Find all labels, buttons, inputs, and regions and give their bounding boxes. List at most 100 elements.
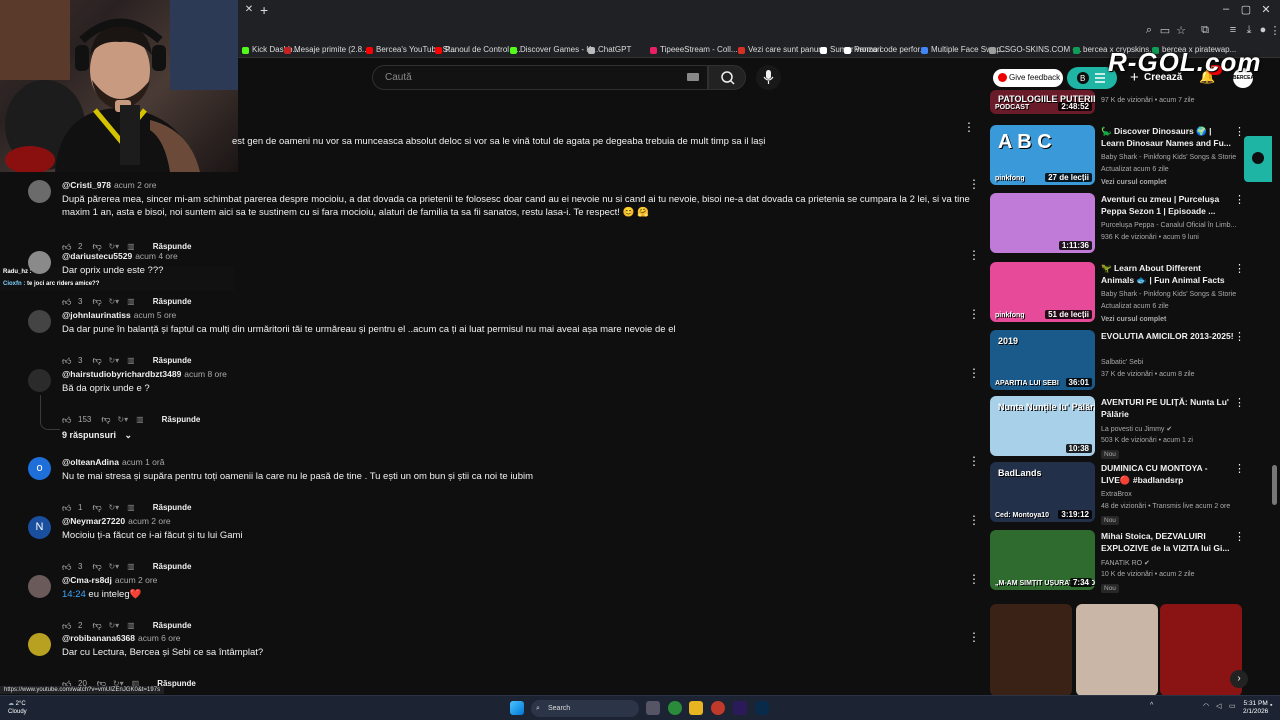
avatar[interactable]: o [28, 457, 51, 480]
clock[interactable]: 5:31 PM 2/1/2026 [1243, 700, 1268, 716]
chrome-icon[interactable] [668, 701, 682, 715]
extension-react-icon[interactable]: ↻▾ [108, 356, 119, 365]
comment-menu-icon[interactable]: ⋮ [968, 572, 980, 586]
avatar[interactable] [28, 251, 51, 274]
comment-menu-icon[interactable]: ⋮ [968, 513, 980, 527]
extension-react-icon[interactable]: ↻▾ [108, 242, 119, 251]
like-icon[interactable]: 👍︎ [62, 562, 72, 572]
comment-time[interactable]: acum 1 oră [122, 457, 165, 467]
extension-react-icon[interactable]: ↻▾ [108, 621, 119, 630]
comment-author[interactable]: @olteanAdina [62, 457, 119, 467]
give-feedback-button[interactable]: Give feedback [993, 69, 1063, 87]
video-menu-icon[interactable]: ⋮ [1234, 125, 1245, 138]
photoshop-icon[interactable] [755, 701, 769, 715]
video-title[interactable]: Aventuri cu zmeu | Purceluşa Peppa Sezon… [1101, 193, 1236, 217]
dislike-icon[interactable]: 👎︎ [92, 355, 102, 366]
stats-icon[interactable]: ▥ [127, 297, 135, 306]
video-menu-icon[interactable]: ⋮ [1234, 330, 1245, 343]
task-view-icon[interactable] [646, 701, 660, 715]
comment-time[interactable]: acum 5 ore [134, 310, 177, 320]
video-thumbnail[interactable]: pinkfong 51 de lecții [990, 262, 1095, 322]
avatar[interactable] [28, 310, 51, 333]
short-thumbnail[interactable] [1076, 604, 1158, 696]
comment-author[interactable]: @johnlaurinatiss [62, 310, 131, 320]
search-button[interactable] [708, 65, 746, 90]
extension-react-icon[interactable]: ↻▾ [108, 503, 119, 512]
start-icon[interactable] [510, 701, 524, 715]
reply-button[interactable]: Răspunde [153, 503, 192, 512]
video-title[interactable]: AVENTURI PE ULIȚĂ: Nunta Lu' Pălărie [1101, 396, 1236, 420]
chevron-right-icon[interactable]: › [1230, 670, 1248, 688]
comment-menu-icon[interactable]: ⋮ [968, 454, 980, 468]
avatar[interactable] [28, 575, 51, 598]
comment-menu-icon[interactable]: ⋮ [968, 177, 980, 191]
view-full-course-link[interactable]: Vezi cursul complet [1101, 179, 1166, 186]
video-thumbnail[interactable]: PATOLOGIILE PUTERII PODCAST 2:48:52 [990, 90, 1095, 114]
menu-icon[interactable]: ⋮ [1268, 24, 1280, 37]
comment-time[interactable]: acum 2 ore [128, 516, 171, 526]
comment-menu-icon[interactable]: ⋮ [968, 366, 980, 380]
avatar[interactable] [28, 633, 51, 656]
like-icon[interactable]: 👍︎ [62, 621, 72, 631]
new-tab-button[interactable]: + [260, 2, 268, 18]
bookmark-item[interactable]: Mesaje primite (2.8... [284, 44, 369, 56]
video-channel[interactable]: FANATIK RO ✔ [1101, 559, 1150, 567]
network-icon[interactable]: ◠ [1203, 702, 1209, 710]
video-menu-icon[interactable]: ⋮ [1234, 193, 1245, 206]
side-extension-tab[interactable] [1244, 136, 1272, 182]
bookmark-item[interactable]: Discover Games - K... [510, 44, 598, 56]
extension-react-icon[interactable]: ↻▾ [117, 415, 128, 424]
timestamp-link[interactable]: 14:24 [62, 589, 86, 600]
video-thumbnail[interactable]: „M-AM SIMȚIT UȘURAT CÂND A...7:34 [990, 530, 1095, 590]
reply-button[interactable]: Răspunde [153, 621, 192, 630]
media-icon[interactable]: ≡ [1226, 24, 1240, 36]
extension-react-icon[interactable]: ↻▾ [108, 562, 119, 571]
close-window-icon[interactable]: ✕ [1256, 3, 1276, 16]
comment-time[interactable]: acum 8 ore [184, 369, 227, 379]
stats-icon[interactable]: ▥ [127, 621, 135, 630]
short-thumbnail[interactable] [990, 604, 1072, 696]
video-thumbnail[interactable]: 1:11:36 [990, 193, 1095, 253]
weather-widget[interactable]: ☁ 2°C Cloudy [8, 700, 27, 716]
video-menu-icon[interactable]: ⋮ [1234, 462, 1245, 475]
comment-time[interactable]: acum 4 ore [135, 251, 178, 261]
search-input[interactable]: Caută [372, 65, 708, 90]
bookmark-item[interactable]: ChatGPT [588, 44, 631, 56]
bookmark-item[interactable]: TipeeeStream - Coll... [650, 44, 738, 56]
comment-author[interactable]: @dariustecu5529 [62, 251, 132, 261]
comment-author[interactable]: @robibanana6368 [62, 633, 135, 643]
video-channel[interactable]: Purceluşa Peppa - Canalul Oficial în Lim… [1101, 222, 1236, 229]
video-title[interactable]: EVOLUTIA AMICILOR 2013-2025! [1101, 330, 1236, 342]
reply-button[interactable]: Răspunde [153, 297, 192, 306]
comment-author[interactable]: @Cma-rs8dj [62, 575, 112, 585]
bookmark-item[interactable]: Panoul de Control -... [435, 44, 521, 56]
video-channel[interactable]: Salbatic' Sebi [1101, 359, 1143, 366]
video-channel[interactable]: La povesti cu Jimmy ✔ [1101, 425, 1172, 433]
like-icon[interactable]: 👍︎ [62, 356, 72, 366]
comment-author[interactable]: @Neymar27220 [62, 516, 125, 526]
bookmark-item[interactable]: CSGO-SKINS.COM -... [989, 44, 1082, 56]
notification-center-icon[interactable]: ▪ [1270, 702, 1272, 709]
maximize-icon[interactable]: ▢ [1236, 3, 1256, 16]
avatar[interactable] [28, 180, 51, 203]
comment-time[interactable]: acum 2 ore [115, 575, 158, 585]
reply-button[interactable]: Răspunde [153, 242, 192, 251]
bookmark-item[interactable]: Promo code perfor... [844, 44, 926, 56]
stats-icon[interactable]: ▥ [127, 356, 135, 365]
page-scrollbar[interactable] [1272, 465, 1277, 505]
video-title[interactable]: 🦖 Learn About Different Animals 🐟 | Fun … [1101, 262, 1236, 286]
battery-icon[interactable]: ▭ [1229, 702, 1236, 710]
dislike-icon[interactable]: 👎︎ [92, 561, 102, 572]
tab-close-icon[interactable]: ✕ [243, 4, 255, 16]
premiere-icon[interactable] [733, 701, 747, 715]
dislike-icon[interactable]: 👎︎ [101, 414, 111, 425]
avatar[interactable]: N [28, 516, 51, 539]
taskbar-search[interactable]: ⌕ Search [531, 700, 639, 717]
reply-button[interactable]: Răspunde [153, 562, 192, 571]
comment-menu-icon[interactable]: ⋮ [968, 307, 980, 321]
video-channel[interactable]: Baby Shark - Pinkfong Kids' Songs & Stor… [1101, 154, 1236, 161]
video-menu-icon[interactable]: ⋮ [1234, 530, 1245, 543]
comment-menu-icon[interactable]: ⋮ [968, 248, 980, 262]
like-icon[interactable]: 👍︎ [62, 415, 72, 425]
bookmark-star-icon[interactable]: ☆ [1174, 24, 1188, 37]
